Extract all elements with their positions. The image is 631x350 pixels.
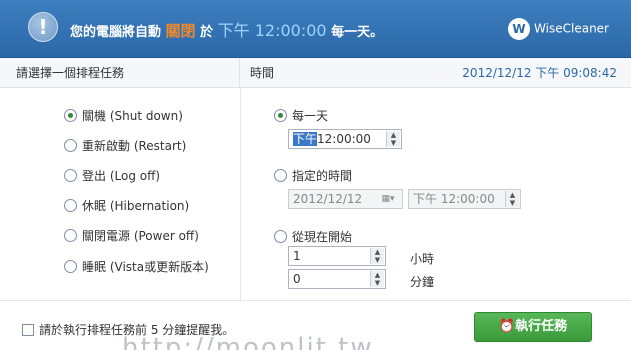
radio-dot[interactable] xyxy=(274,169,287,182)
time-column-header: 時間 2012/12/12 下午 09:08:42 xyxy=(240,58,631,88)
radio-dot[interactable] xyxy=(64,199,77,212)
daily-label: 每一天 xyxy=(292,109,329,123)
exclamation-icon: ! xyxy=(28,12,58,42)
radio-dot[interactable] xyxy=(64,139,77,152)
hours-unit: 小時 xyxy=(410,252,435,266)
run-task-button[interactable]: ⏰執行任務 xyxy=(474,312,592,342)
summary-time: 下午 12:00:00 xyxy=(217,21,327,40)
summary-action: 關閉 xyxy=(165,22,196,40)
summary-suffix: 每一天。 xyxy=(331,25,384,40)
daily-radio[interactable]: 每一天 xyxy=(274,107,328,124)
minutes-field[interactable]: 0 ▲ ▼ xyxy=(288,269,386,289)
specific-date-value: 2012/12/12 xyxy=(293,192,363,206)
specific-date-field[interactable]: 2012/12/12 ▦▾ xyxy=(288,189,403,209)
brand[interactable]: W WiseCleaner xyxy=(508,18,609,40)
checkbox-box[interactable] xyxy=(22,323,34,336)
task-poweroff-radio[interactable]: 關閉電源 (Power off) xyxy=(64,227,199,244)
time-spinner-icon[interactable]: ▲ ▼ xyxy=(386,131,400,147)
radio-dot[interactable] xyxy=(64,260,77,273)
from-now-radio[interactable]: 從現在開始 xyxy=(274,228,352,245)
task-label: 關閉電源 (Power off) xyxy=(82,229,199,243)
current-datetime: 2012/12/12 下午 09:08:42 xyxy=(462,66,617,80)
schedule-summary: 您的電腦將自動 關閉 於 下午 12:00:00 每一天。 xyxy=(70,17,383,41)
task-label: 休眠 (Hibernation) xyxy=(82,199,190,213)
summary-prefix: 您的電腦將自動 xyxy=(70,25,162,40)
ampm-segment[interactable]: 下午 xyxy=(293,132,318,146)
column-divider xyxy=(240,88,241,300)
summary-at: 於 xyxy=(200,25,214,40)
time-column-title: 時間 xyxy=(250,66,275,80)
hours-spinner-icon[interactable]: ▲ ▼ xyxy=(370,248,384,264)
time-spinner-icon[interactable]: ▲ ▼ xyxy=(505,191,519,207)
daily-time-field[interactable]: 下午12:00:00 ▲ ▼ xyxy=(288,129,402,149)
daily-time-value: 12:00:00 xyxy=(317,132,371,146)
task-sleep-radio[interactable]: 睡眠 (Vista或更新版本) xyxy=(64,258,209,275)
task-hibernate-radio[interactable]: 休眠 (Hibernation) xyxy=(64,197,189,214)
radio-dot[interactable] xyxy=(64,229,77,242)
calendar-dropdown-icon[interactable]: ▦▾ xyxy=(376,192,400,206)
alarm-clock-icon: ⏰ xyxy=(498,319,516,334)
task-label: 登出 (Log off) xyxy=(82,169,161,183)
brand-name: WiseCleaner xyxy=(534,21,609,36)
task-label: 重新啟動 (Restart) xyxy=(82,139,187,153)
task-restart-radio[interactable]: 重新啟動 (Restart) xyxy=(64,137,186,154)
hours-value: 1 xyxy=(293,249,301,263)
radio-dot[interactable] xyxy=(274,230,287,243)
specific-time-field[interactable]: 下午 12:00:00 ▲ ▼ xyxy=(408,189,521,209)
radio-dot[interactable] xyxy=(64,169,77,182)
task-label: 睡眠 (Vista或更新版本) xyxy=(82,260,209,274)
watermark: http://moonlit.tw xyxy=(122,333,374,350)
task-shutdown-radio[interactable]: 關機 (Shut down) xyxy=(64,107,183,124)
specific-time-label: 指定的時間 xyxy=(292,169,353,183)
task-label: 關機 (Shut down) xyxy=(82,109,183,123)
radio-dot[interactable] xyxy=(64,109,77,122)
header-banner: ! 您的電腦將自動 關閉 於 下午 12:00:00 每一天。 W WiseCle… xyxy=(0,0,631,58)
specific-time-value: 下午 12:00:00 xyxy=(413,192,495,206)
task-logoff-radio[interactable]: 登出 (Log off) xyxy=(64,167,160,184)
minutes-unit: 分鐘 xyxy=(410,275,435,289)
radio-dot[interactable] xyxy=(274,109,287,122)
minutes-spinner-icon[interactable]: ▲ ▼ xyxy=(370,271,384,287)
from-now-label: 從現在開始 xyxy=(292,230,353,244)
wisecleaner-logo-icon: W xyxy=(508,18,531,40)
minutes-value: 0 xyxy=(293,272,301,286)
hours-field[interactable]: 1 ▲ ▼ xyxy=(288,246,386,266)
task-column-header: 請選擇一個排程任務 xyxy=(0,58,240,88)
run-task-label: 執行任務 xyxy=(515,319,568,334)
specific-time-radio[interactable]: 指定的時間 xyxy=(274,167,352,184)
